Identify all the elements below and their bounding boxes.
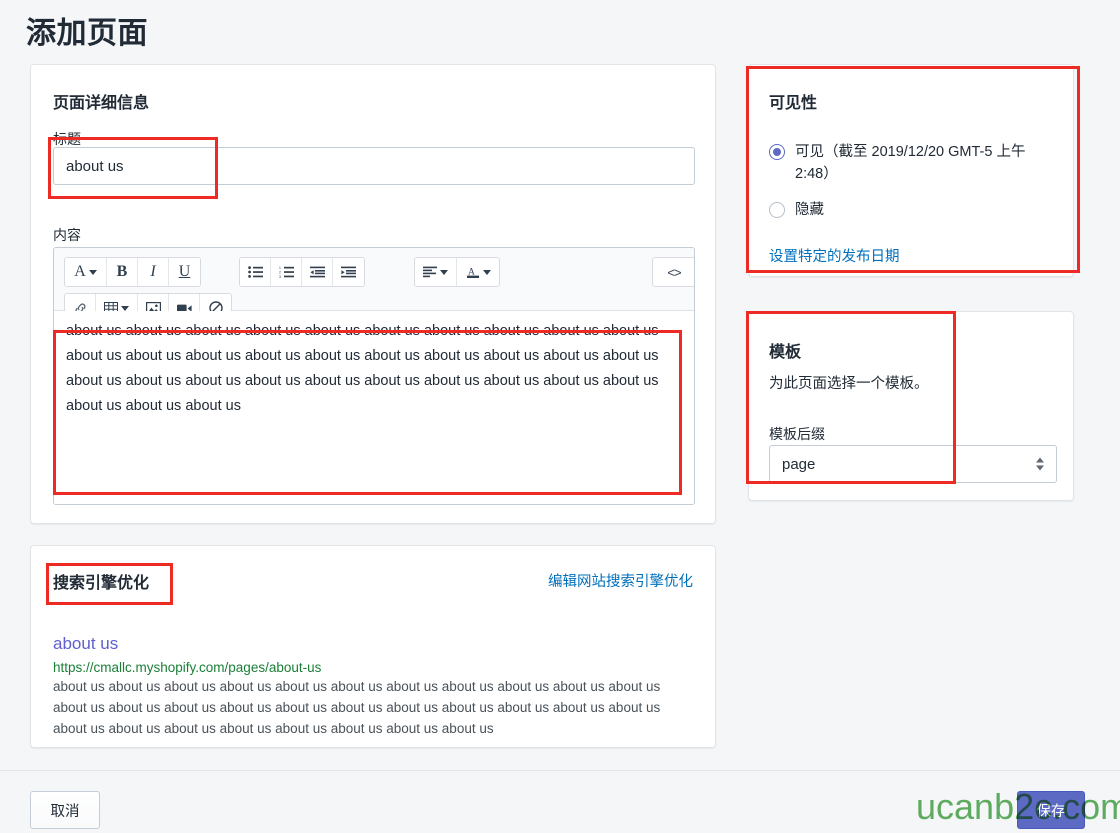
toolbar-html-group: <>	[652, 257, 694, 287]
template-suffix-label: 模板后缀	[769, 426, 825, 442]
align-left-icon[interactable]	[415, 258, 457, 286]
underline-icon[interactable]: U	[169, 258, 200, 286]
seo-heading: 搜索引擎优化	[53, 575, 150, 592]
select-stepper-icon	[1036, 457, 1044, 471]
seo-preview-title: about us	[53, 634, 119, 653]
template-heading: 模板	[769, 344, 802, 361]
svg-text:1: 1	[279, 266, 281, 270]
chevron-down-icon	[440, 269, 448, 275]
chevron-down-icon	[121, 305, 129, 311]
page-details-heading: 页面详细信息	[53, 95, 150, 112]
seo-preview-url: https://cmallc.myshopify.com/pages/about…	[53, 660, 322, 675]
italic-icon[interactable]: I	[138, 258, 169, 286]
template-description: 为此页面选择一个模板。	[769, 376, 929, 392]
toolbar-align-color-group: A	[414, 257, 500, 287]
radio-visible-icon[interactable]	[769, 144, 785, 160]
visibility-option-visible[interactable]: 可见（截至 2019/12/20 GMT-5 上午 2:48）	[769, 141, 1059, 185]
content-editable-area[interactable]: about us about us about us about us abou…	[54, 311, 694, 504]
title-input[interactable]: about us	[53, 147, 695, 185]
seo-preview-description: about us about us about us about us abou…	[53, 679, 661, 736]
page-title: 添加页面	[26, 17, 148, 50]
toolbar-format-group: A B I U	[64, 257, 201, 287]
outdent-icon[interactable]	[302, 258, 333, 286]
chevron-down-icon	[482, 269, 491, 275]
page-details-card: 页面详细信息 标题 about us 内容 A B I U 1 2 3 A <>…	[30, 64, 716, 524]
visibility-heading: 可见性	[769, 95, 818, 112]
numbered-list-icon[interactable]: 1 2 3	[271, 258, 302, 286]
chevron-down-icon	[88, 269, 97, 275]
save-button[interactable]: 保存	[1017, 791, 1085, 829]
template-suffix-select[interactable]: page	[769, 445, 1057, 483]
set-publish-date-link[interactable]: 设置特定的发布日期	[769, 245, 900, 266]
text-color-icon[interactable]: A	[457, 258, 499, 286]
indent-icon[interactable]	[333, 258, 364, 286]
svg-text:2: 2	[279, 271, 281, 275]
title-field-label: 标题	[53, 131, 81, 147]
template-card: 模板 为此页面选择一个模板。 模板后缀 page	[748, 311, 1074, 501]
bulleted-list-icon[interactable]	[240, 258, 271, 286]
font-style-icon[interactable]: A	[65, 258, 107, 286]
toolbar-list-group: 1 2 3	[239, 257, 365, 287]
visibility-card: 可见性 可见（截至 2019/12/20 GMT-5 上午 2:48） 隐藏 设…	[748, 64, 1074, 277]
rich-text-editor: A B I U 1 2 3 A <> about us about us abo…	[53, 247, 695, 505]
seo-card: 搜索引擎优化 编辑网站搜索引擎优化 about us https://cmall…	[30, 545, 716, 748]
footer-divider	[0, 770, 1120, 771]
bold-icon[interactable]: B	[107, 258, 138, 286]
editor-toolbar: A B I U 1 2 3 A <>	[54, 248, 694, 323]
content-field-label: 内容	[53, 227, 81, 243]
title-input-value: about us	[66, 157, 124, 175]
visibility-option-visible-label: 可见（截至 2019/12/20 GMT-5 上午 2:48）	[795, 144, 1026, 182]
visibility-option-hidden-label: 隐藏	[795, 202, 824, 218]
radio-hidden-icon[interactable]	[769, 202, 785, 218]
template-suffix-value: page	[782, 455, 816, 473]
code-icon[interactable]: <>	[653, 258, 694, 286]
svg-text:3: 3	[279, 275, 281, 278]
edit-site-seo-link[interactable]: 编辑网站搜索引擎优化	[548, 570, 693, 591]
cancel-button[interactable]: 取消	[30, 791, 100, 829]
add-page-screen: 添加页面 页面详细信息 标题 about us 内容 A B I U 1 2 3…	[0, 0, 1120, 833]
code-icon-glyph: <>	[667, 264, 681, 280]
visibility-option-hidden[interactable]: 隐藏	[769, 199, 824, 221]
